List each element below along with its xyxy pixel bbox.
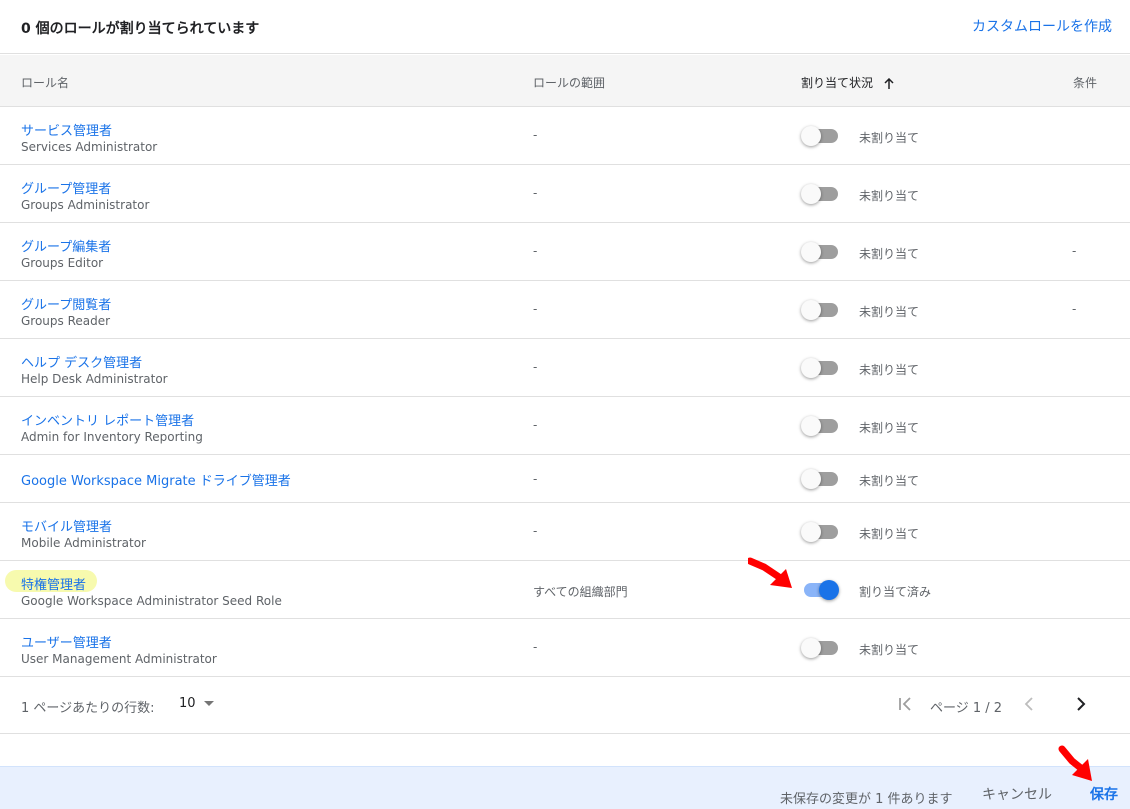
unsaved-changes-bar: 未保存の変更が 1 件あります キャンセル 保存 xyxy=(0,766,1130,809)
sort-ascending-icon xyxy=(884,77,894,89)
assignment-status: 未割り当て xyxy=(859,527,920,541)
assignment-toggle[interactable] xyxy=(801,638,839,658)
role-name-link[interactable]: インベントリ レポート管理者 xyxy=(21,410,194,429)
rows-per-page-select[interactable]: 10 xyxy=(179,696,214,711)
role-name-link[interactable]: グループ管理者 xyxy=(21,178,111,197)
create-custom-role-link[interactable]: カスタムロールを作成 xyxy=(972,16,1112,36)
column-header-assignment-status-label: 割り当て状況 xyxy=(801,76,874,90)
role-scope: - xyxy=(533,186,538,200)
column-header-assignment-status[interactable]: 割り当て状況 xyxy=(801,74,895,91)
table-row: ヘルプ デスク管理者 Help Desk Administrator - 未割り… xyxy=(0,339,1130,397)
role-subtitle: User Management Administrator xyxy=(21,652,217,666)
toggle-knob xyxy=(801,300,821,320)
table-row: グループ管理者 Groups Administrator - 未割り当て xyxy=(0,165,1130,223)
role-subtitle: Admin for Inventory Reporting xyxy=(21,430,203,444)
toggle-knob xyxy=(801,126,821,146)
assignment-toggle[interactable] xyxy=(801,416,839,436)
page-info: ページ 1 / 2 xyxy=(930,701,1003,716)
assignment-toggle[interactable] xyxy=(801,580,839,600)
red-arrow-annotation-icon xyxy=(748,557,792,588)
role-name-link[interactable]: グループ閲覧者 xyxy=(21,294,111,313)
table-header: ロール名 ロールの範囲 割り当て状況 条件 xyxy=(0,55,1130,107)
rows-per-page-label: 1 ページあたりの行数: xyxy=(21,701,155,716)
role-name-link[interactable]: Google Workspace Migrate ドライブ管理者 xyxy=(21,470,291,489)
rows-per-page-value: 10 xyxy=(179,696,196,711)
role-subtitle: Help Desk Administrator xyxy=(21,372,168,386)
role-scope: - xyxy=(533,418,538,432)
role-scope: - xyxy=(533,360,538,374)
role-condition: - xyxy=(1072,302,1077,316)
role-scope: すべての組織部門 xyxy=(533,585,628,599)
role-condition: - xyxy=(1072,244,1077,258)
role-name-link[interactable]: モバイル管理者 xyxy=(21,516,112,535)
table-row: インベントリ レポート管理者 Admin for Inventory Repor… xyxy=(0,397,1130,455)
role-subtitle: Groups Reader xyxy=(21,314,111,328)
role-name-link[interactable]: グループ編集者 xyxy=(21,236,111,255)
previous-page-icon[interactable] xyxy=(1020,695,1038,713)
role-subtitle: Groups Editor xyxy=(21,256,104,270)
table-row: ユーザー管理者 User Management Administrator - … xyxy=(0,619,1130,677)
assignment-status: 未割り当て xyxy=(859,189,920,203)
role-scope: - xyxy=(533,302,538,316)
assignment-status: 未割り当て xyxy=(859,643,920,657)
assignment-status: 未割り当て xyxy=(859,247,920,261)
role-name-link[interactable]: ユーザー管理者 xyxy=(21,632,112,651)
role-scope: - xyxy=(533,244,538,258)
role-scope: - xyxy=(533,524,538,538)
role-subtitle: Google Workspace Administrator Seed Role xyxy=(21,594,282,608)
column-header-role-scope[interactable]: ロールの範囲 xyxy=(533,74,605,91)
assignment-toggle[interactable] xyxy=(801,358,839,378)
toggle-knob xyxy=(801,638,821,658)
table-row: 特権管理者 Google Workspace Administrator See… xyxy=(0,561,1130,619)
assignment-toggle[interactable] xyxy=(801,300,839,320)
role-name-link[interactable]: サービス管理者 xyxy=(21,120,112,139)
assignment-status: 割り当て済み xyxy=(859,585,932,599)
assignment-status: 未割り当て xyxy=(859,131,920,145)
table-row: サービス管理者 Services Administrator - 未割り当て xyxy=(0,107,1130,165)
column-header-conditions: 条件 xyxy=(1073,76,1098,90)
cancel-button[interactable]: キャンセル xyxy=(982,784,1052,804)
unsaved-changes-message: 未保存の変更が 1 件あります xyxy=(780,792,953,807)
role-subtitle: Mobile Administrator xyxy=(21,536,146,550)
assignment-status: 未割り当て xyxy=(859,421,920,435)
table-row: グループ編集者 Groups Editor - 未割り当て - xyxy=(0,223,1130,281)
role-name-link[interactable]: 特権管理者 xyxy=(21,574,86,593)
assignment-status: 未割り当て xyxy=(859,474,920,488)
next-page-icon[interactable] xyxy=(1072,695,1090,713)
toggle-knob xyxy=(801,184,821,204)
toggle-knob xyxy=(801,469,821,489)
role-subtitle: Groups Administrator xyxy=(21,198,150,212)
dropdown-caret-icon xyxy=(203,701,214,706)
column-header-role-name[interactable]: ロール名 xyxy=(21,74,69,91)
assignment-status: 未割り当て xyxy=(859,363,920,377)
first-page-icon[interactable] xyxy=(896,695,914,713)
pagination-bar: 1 ページあたりの行数: 10 ページ 1 / 2 xyxy=(0,677,1130,734)
role-scope: - xyxy=(533,128,538,142)
assignment-toggle[interactable] xyxy=(801,242,839,262)
assignment-toggle[interactable] xyxy=(801,184,839,204)
assignment-toggle[interactable] xyxy=(801,522,839,542)
role-scope: - xyxy=(533,640,538,654)
toggle-knob xyxy=(801,242,821,262)
assignment-toggle[interactable] xyxy=(801,469,839,489)
role-name-link[interactable]: ヘルプ デスク管理者 xyxy=(21,352,142,371)
table-row: グループ閲覧者 Groups Reader - 未割り当て - xyxy=(0,281,1130,339)
role-subtitle: Services Administrator xyxy=(21,140,158,154)
assignment-toggle[interactable] xyxy=(801,126,839,146)
save-button[interactable]: 保存 xyxy=(1090,784,1118,804)
page-title: 0 個のロールが割り当てられています xyxy=(21,21,260,37)
red-arrow-annotation-icon xyxy=(1058,745,1092,781)
table-row: Google Workspace Migrate ドライブ管理者 - 未割り当て xyxy=(0,455,1130,503)
assignment-status: 未割り当て xyxy=(859,305,920,319)
toggle-knob xyxy=(819,580,839,600)
table-row: モバイル管理者 Mobile Administrator - 未割り当て xyxy=(0,503,1130,561)
toggle-knob xyxy=(801,522,821,542)
page-header: 0 個のロールが割り当てられています カスタムロールを作成 xyxy=(0,0,1130,54)
toggle-knob xyxy=(801,358,821,378)
toggle-knob xyxy=(801,416,821,436)
role-scope: - xyxy=(533,472,538,486)
